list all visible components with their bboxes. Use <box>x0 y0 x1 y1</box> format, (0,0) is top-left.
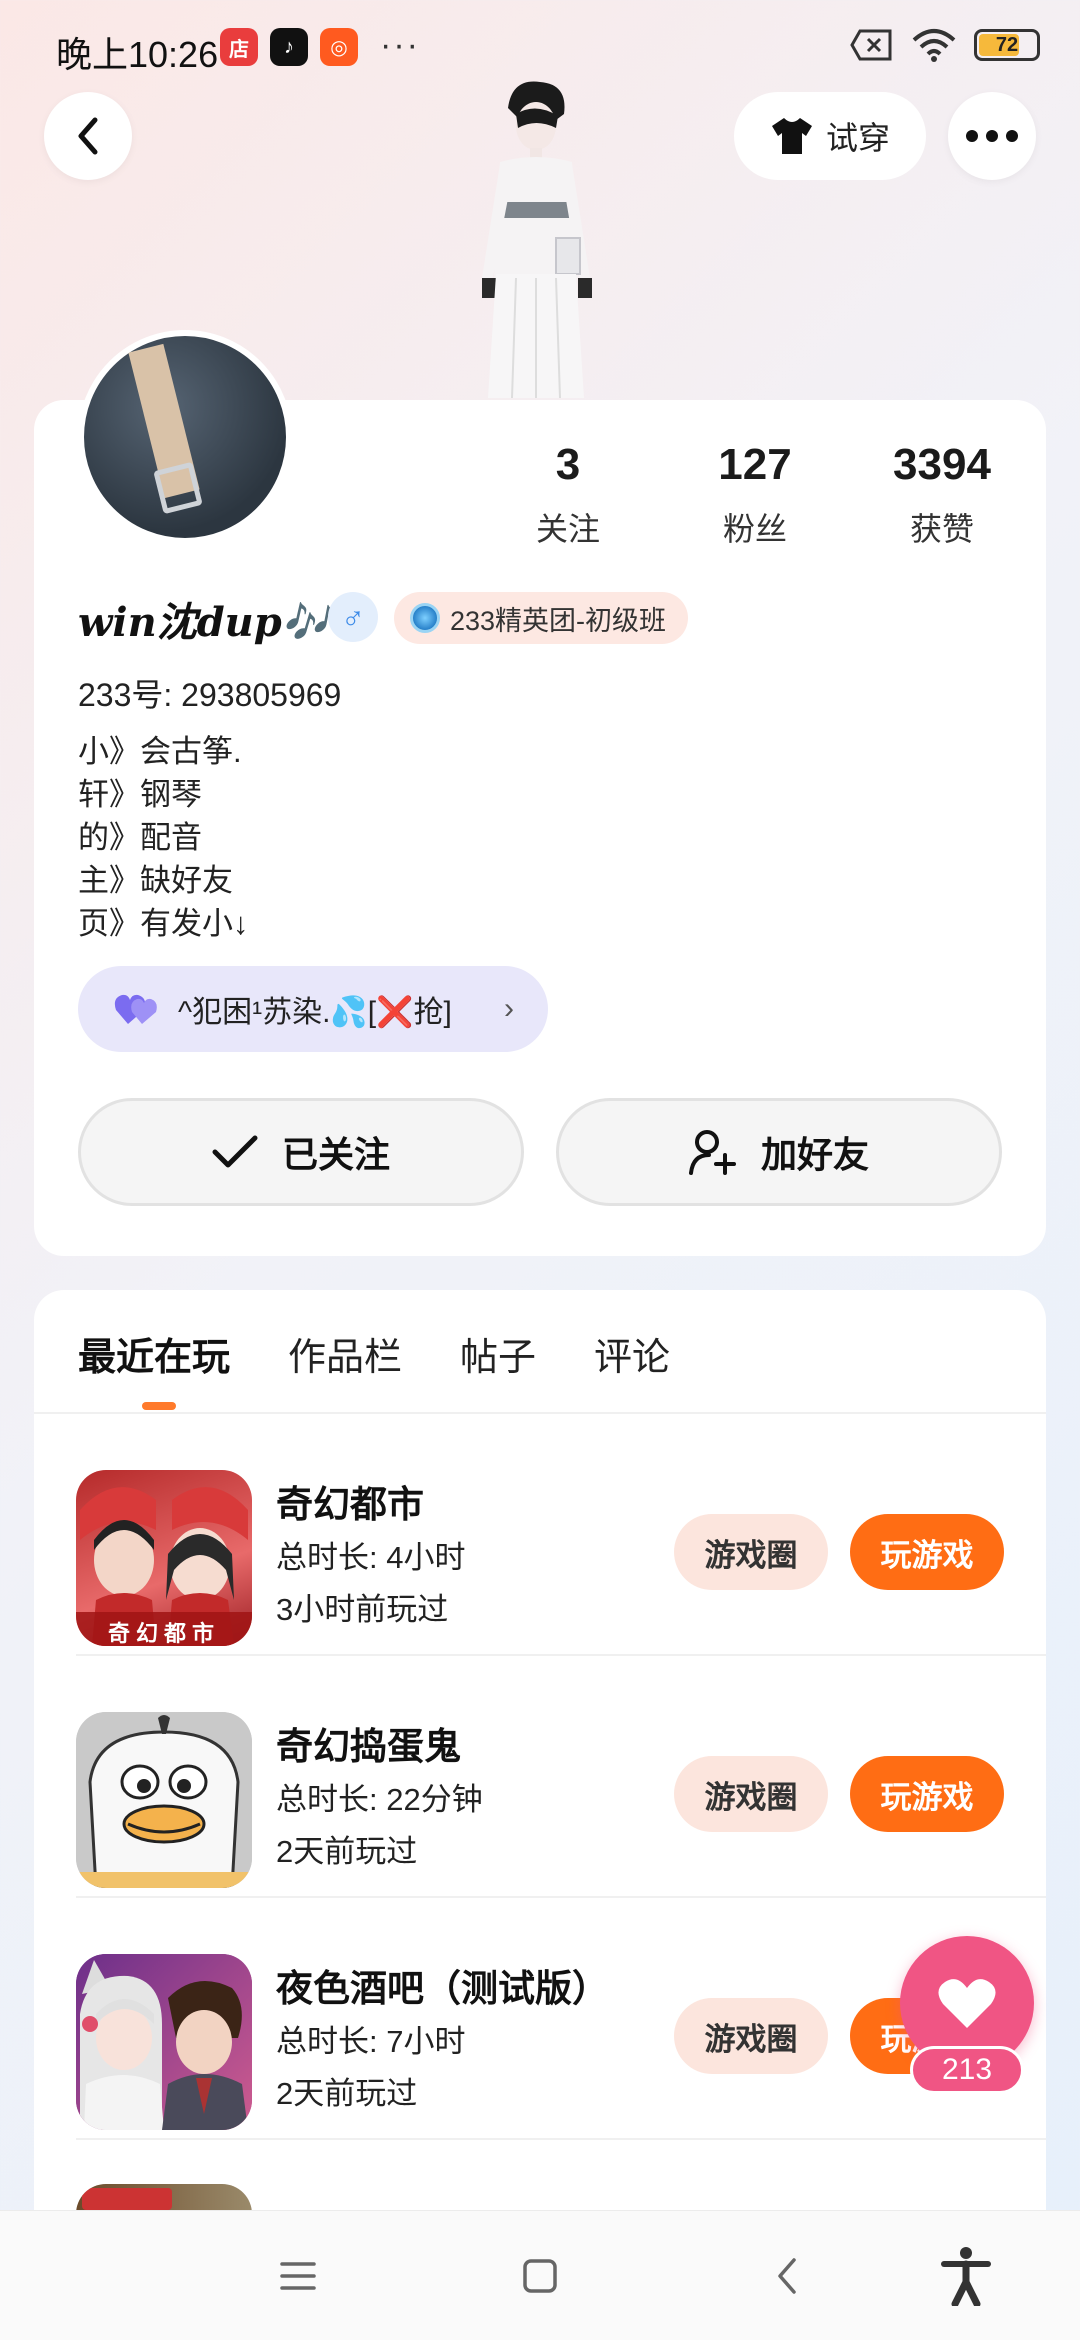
game-last-played: 2天前玩过 <box>276 2076 418 2111</box>
heart-icon <box>938 1979 996 2028</box>
bio-line: 页》有发小↓ <box>78 906 249 941</box>
shop-app-icon: 店 <box>220 28 258 66</box>
followed-button[interactable]: 已关注 <box>78 1098 524 1206</box>
tiktok-app-icon: ♪ <box>270 28 308 66</box>
chevron-right-icon: › <box>504 992 514 1025</box>
title-badge[interactable]: 233精英团-初级班 <box>394 592 689 644</box>
bio-line: 小》会古筝. <box>78 734 242 769</box>
game-last-played: 2天前玩过 <box>276 1834 418 1869</box>
bio-line: 轩》钢琴 <box>78 777 202 812</box>
bio-line: 主》缺好友 <box>78 863 233 898</box>
game-duration: 总时长: 7小时 <box>276 2024 466 2059</box>
active-tab-indicator <box>142 1402 176 1410</box>
stat-fans[interactable]: 127 粉丝 <box>675 440 835 550</box>
tshirt-icon <box>771 118 812 154</box>
game-name: 奇幻都市 <box>276 1484 424 1525</box>
like-count: 213 <box>910 2046 1024 2094</box>
game-icon-title: 奇幻都市 <box>107 1621 220 1646</box>
gem-icon <box>410 603 440 633</box>
game-name: 奇幻捣蛋鬼 <box>276 1726 461 1767</box>
game-last-played: 3小时前玩过 <box>276 1592 449 1627</box>
accessibility-icon <box>941 2247 991 2306</box>
game-duration: 总时长: 4小时 <box>276 1540 466 1575</box>
game-circle-button[interactable]: 游戏圈 <box>674 1998 828 2074</box>
chevron-left-icon <box>78 117 98 155</box>
stat-likes-label: 获赞 <box>909 511 974 547</box>
tab-recent-playing[interactable]: 最近在玩 <box>78 1326 230 1381</box>
relation-chip-label: ^犯困¹苏染.💦[❌抢] <box>178 996 452 1029</box>
more-notifications-icon: ··· <box>380 26 420 64</box>
more-options-button[interactable] <box>948 92 1036 180</box>
double-heart-icon <box>114 994 157 1024</box>
try-on-button[interactable]: 试穿 <box>734 92 926 180</box>
battery-level: 72 <box>995 33 1019 56</box>
game-icon[interactable]: 奇幻都市 <box>76 1470 252 1646</box>
check-icon <box>212 1135 258 1168</box>
stat-likes-count: 3394 <box>893 440 991 489</box>
recent-games-card: 最近在玩 作品栏 帖子 评论 奇幻都市 奇幻都市 总时长: 4小时 3小时前玩过… <box>34 1290 1046 2340</box>
username: win沈dup🎶 <box>78 599 332 646</box>
status-time: 晚上10:26 <box>56 34 219 75</box>
bio: 小》会古筝. 轩》钢琴 的》配音 主》缺好友 页》有发小↓ <box>78 730 249 945</box>
game-row[interactable]: 奇幻都市 奇幻都市 总时长: 4小时 3小时前玩过 游戏圈 玩游戏 <box>76 1414 1046 1656</box>
game-row[interactable]: 奇幻捣蛋鬼 总时长: 22分钟 2天前玩过 游戏圈 玩游戏 <box>76 1656 1046 1898</box>
add-friend-button-label: 加好友 <box>760 1134 869 1175</box>
menu-icon <box>280 2262 316 2290</box>
tab-works[interactable]: 作品栏 <box>288 1326 402 1381</box>
avatar-figure <box>482 81 592 398</box>
game-icon[interactable] <box>76 1954 252 2130</box>
more-dots-icon <box>966 130 1018 142</box>
stat-following-label: 关注 <box>535 511 600 547</box>
battery-icon: 72 <box>974 29 1040 61</box>
game-row[interactable]: 夜色酒吧（测试版） 总时长: 7小时 2天前玩过 游戏圈 玩游戏 <box>76 1898 1046 2140</box>
home-button[interactable] <box>480 2211 600 2340</box>
system-back-button[interactable] <box>726 2211 846 2340</box>
menu-button[interactable] <box>238 2211 358 2340</box>
play-game-button[interactable]: 玩游戏 <box>850 1756 1004 1832</box>
wifi-icon <box>912 29 956 62</box>
stat-likes[interactable]: 3394 获赞 <box>862 440 1022 550</box>
followed-button-label: 已关注 <box>281 1134 390 1175</box>
kuaishou-app-icon: ◎ <box>320 28 358 66</box>
game-circle-button[interactable]: 游戏圈 <box>674 1756 828 1832</box>
accessibility-button[interactable] <box>906 2211 1026 2340</box>
add-user-icon <box>688 1130 736 1175</box>
profile-tabs: 最近在玩 作品栏 帖子 评论 <box>78 1326 670 1381</box>
user-id: 233号: 293805969 <box>78 677 342 713</box>
tab-posts[interactable]: 帖子 <box>460 1326 536 1381</box>
gender-male-icon: ♂ <box>328 592 378 642</box>
stat-following[interactable]: 3 关注 <box>488 440 648 550</box>
system-nav-bar <box>0 2210 1080 2340</box>
stat-following-count: 3 <box>555 440 581 489</box>
game-circle-button[interactable]: 游戏圈 <box>674 1514 828 1590</box>
try-on-label: 试穿 <box>825 120 890 156</box>
relation-chip[interactable]: ^犯困¹苏染.💦[❌抢] › <box>78 966 548 1052</box>
play-game-button[interactable]: 玩游戏 <box>850 1514 1004 1590</box>
avatar[interactable] <box>78 330 292 544</box>
game-name: 夜色酒吧（测试版） <box>276 1968 609 2009</box>
back-chevron-icon <box>778 2258 796 2294</box>
stat-fans-count: 127 <box>718 440 792 489</box>
game-icon[interactable] <box>76 1712 252 1888</box>
game-duration: 总时长: 22分钟 <box>276 1782 483 1817</box>
back-button[interactable] <box>44 92 132 180</box>
sim-x-icon <box>850 29 892 61</box>
add-friend-button[interactable]: 加好友 <box>556 1098 1002 1206</box>
tab-comments[interactable]: 评论 <box>594 1326 670 1381</box>
bio-line: 的》配音 <box>78 820 202 855</box>
title-badge-label: 233精英团-初级班 <box>450 605 667 636</box>
home-square-icon <box>523 2259 557 2293</box>
stat-fans-label: 粉丝 <box>722 511 787 547</box>
